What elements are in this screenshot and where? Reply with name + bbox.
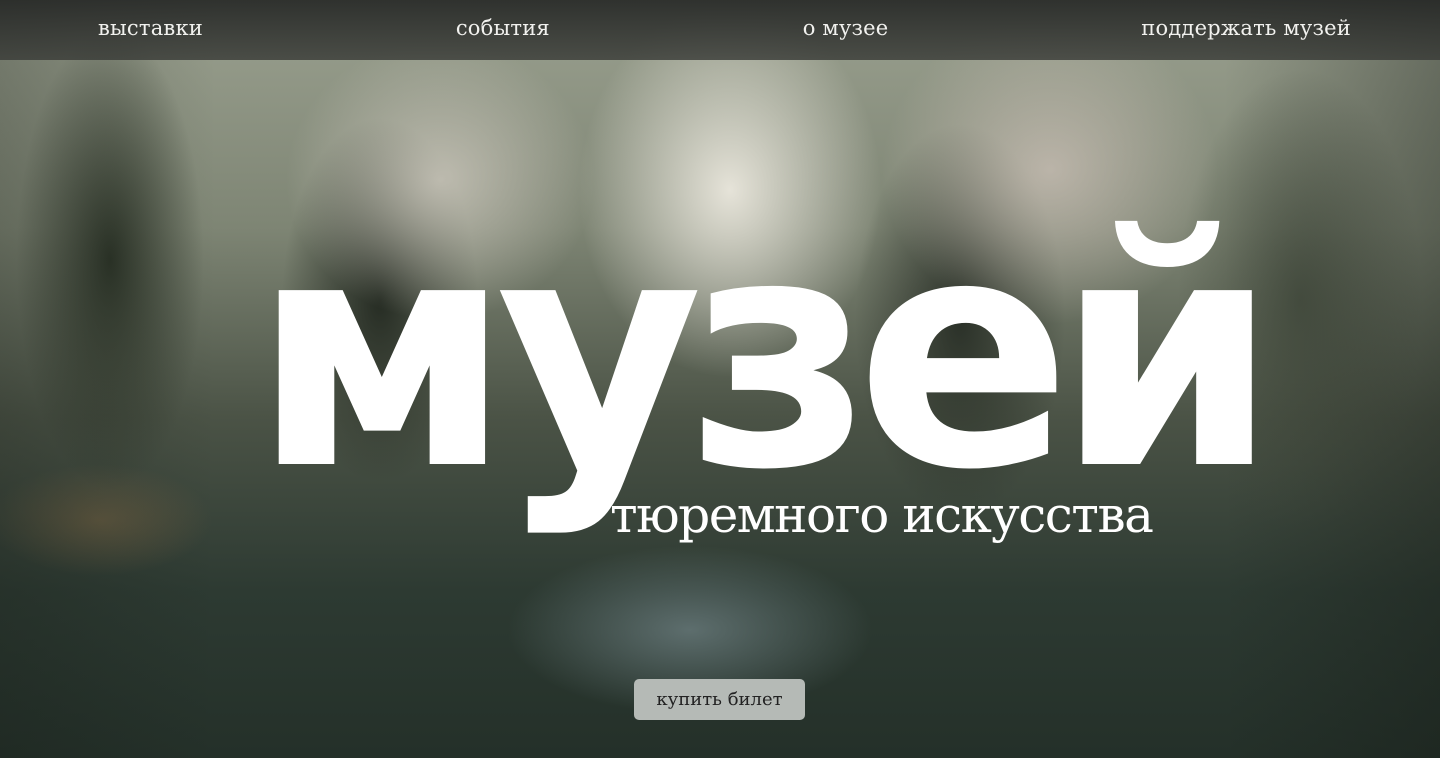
page: выставки события о музее поддержать музе… <box>0 0 1440 758</box>
top-navigation: выставки события о музее поддержать музе… <box>0 0 1440 60</box>
nav-link-exhibitions[interactable]: выставки <box>98 17 203 39</box>
hero-title: музей <box>252 169 1278 539</box>
nav-link-support[interactable]: поддержать музей <box>1141 17 1351 39</box>
buy-ticket-button[interactable]: купить билет <box>634 679 805 720</box>
nav-link-about[interactable]: о музее <box>803 17 889 39</box>
hero-subtitle: тюремного искусства <box>610 486 1154 544</box>
nav-link-events[interactable]: события <box>456 17 550 39</box>
